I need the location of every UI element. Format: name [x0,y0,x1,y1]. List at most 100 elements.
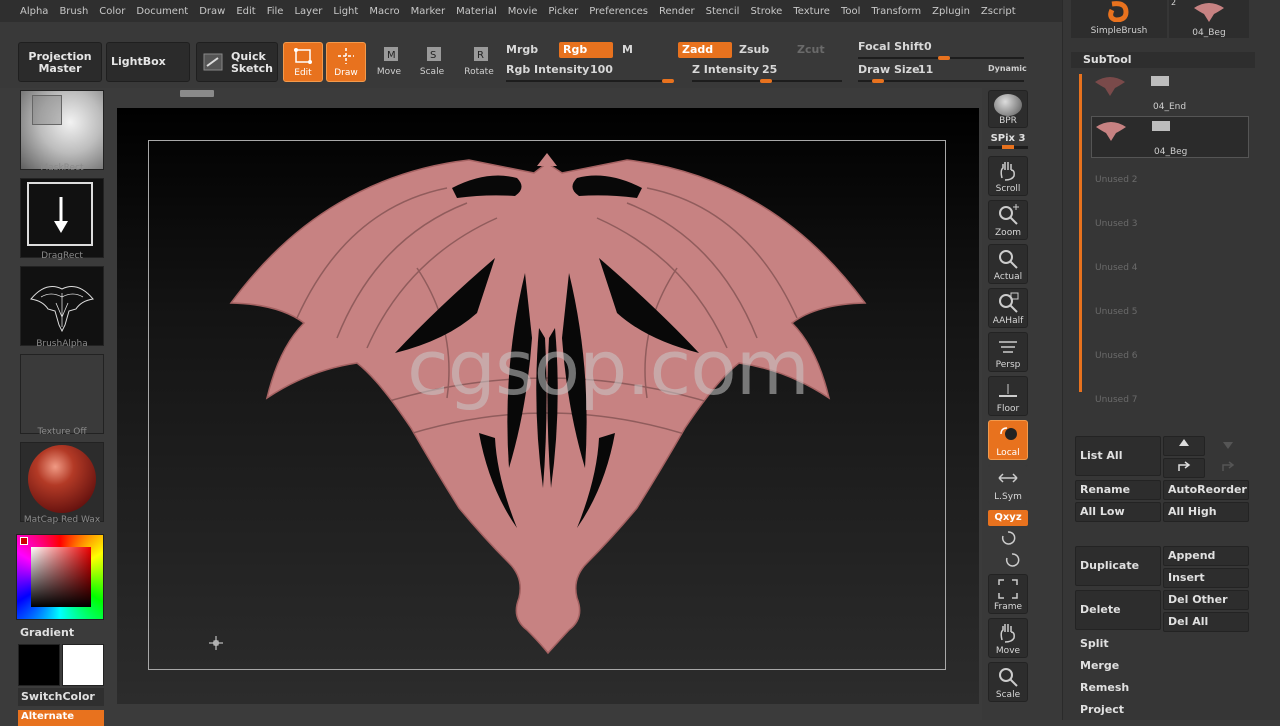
canvas-scrollbar[interactable] [180,90,214,97]
menu-brush[interactable]: Brush [59,6,88,17]
insert-button[interactable]: Insert [1163,568,1249,588]
lightbox-button[interactable]: LightBox [106,42,190,82]
bpr-button[interactable]: BPR [988,90,1028,128]
floor-button[interactable]: Floor [988,376,1028,416]
subtool-header[interactable]: SubTool [1071,52,1255,68]
unused-slot[interactable]: Unused 4 [1095,263,1138,273]
zoom-button[interactable]: Zoom [988,200,1028,240]
current-tool-thumb[interactable]: 2 04_Beg [1169,0,1249,38]
subtool-item-toggles[interactable] [1152,121,1248,131]
actual-button[interactable]: Actual [988,244,1028,284]
move-down-button[interactable] [1207,436,1249,456]
m-button[interactable]: M [618,42,637,58]
unused-slot[interactable]: Unused 6 [1095,351,1138,361]
subtool-scrollbar[interactable] [1079,74,1082,392]
viewport-scale-button[interactable]: Scale [988,662,1028,702]
zcut-button[interactable]: Zcut [793,42,829,58]
menu-zplugin[interactable]: Zplugin [932,6,970,17]
delete-button[interactable]: Delete [1075,590,1161,630]
unused-slot[interactable]: Unused 5 [1095,307,1138,317]
zsub-button[interactable]: Zsub [735,42,773,58]
menu-transform[interactable]: Transform [871,6,921,17]
z-intensity-slider[interactable]: Z Intensity 25 [688,62,848,84]
move-button[interactable]: M Move [369,45,409,77]
drag-rect-thumb[interactable] [20,178,104,258]
menu-picker[interactable]: Picker [548,6,578,17]
simple-brush-thumb[interactable]: SimpleBrush [1071,0,1167,38]
switch-color-button[interactable]: SwitchColor [18,688,104,706]
menu-layer[interactable]: Layer [294,6,322,17]
xyz-button[interactable]: Qxyz [988,510,1028,526]
all-high-button[interactable]: All High [1163,502,1249,522]
rotate-z-icon[interactable] [1004,552,1020,568]
menu-macro[interactable]: Macro [369,6,399,17]
rgb-intensity-slider[interactable]: Rgb Intensity 100 [502,62,676,84]
menu-document[interactable]: Document [136,6,188,17]
menu-zscript[interactable]: Zscript [981,6,1016,17]
subtool-item-beg[interactable]: 04_Beg [1091,116,1249,158]
scale-button[interactable]: S Scale [412,45,452,77]
secondary-color-swatch[interactable] [62,644,104,686]
split-button[interactable]: Split [1075,634,1265,654]
menu-edit[interactable]: Edit [236,6,255,17]
remesh-button[interactable]: Remesh [1075,678,1265,698]
menu-material[interactable]: Material [456,6,497,17]
menu-marker[interactable]: Marker [411,6,446,17]
del-other-button[interactable]: Del Other [1163,590,1249,610]
alternate-button[interactable]: Alternate [18,710,104,726]
del-all-button[interactable]: Del All [1163,612,1249,632]
menu-file[interactable]: File [267,6,284,17]
dynamic-button[interactable]: Dynamic [988,64,1027,73]
quick-sketch-button[interactable]: Quick Sketch [196,42,278,82]
primary-color-swatch[interactable] [18,644,60,686]
scroll-button[interactable]: Scroll [988,156,1028,196]
brush-alpha-thumb[interactable] [20,266,104,346]
rename-button[interactable]: Rename [1075,480,1161,500]
menu-movie[interactable]: Movie [508,6,538,17]
viewport-move-button[interactable]: Move [988,618,1028,658]
menu-light[interactable]: Light [333,6,358,17]
menu-stroke[interactable]: Stroke [750,6,782,17]
unused-slot[interactable]: Unused 3 [1095,219,1138,229]
list-all-button[interactable]: List All [1075,436,1161,476]
document-canvas[interactable]: cgsop.com [117,108,979,704]
mrgb-button[interactable]: Mrgb [502,42,542,58]
subtool-item-toggles[interactable] [1151,76,1247,86]
texture-off-thumb[interactable] [20,354,104,434]
unused-slot[interactable]: Unused 7 [1095,395,1138,405]
gradient-label[interactable]: Gradient [20,626,74,639]
edit-button[interactable]: Edit [283,42,323,82]
local-button[interactable]: Local [988,420,1028,460]
menu-stencil[interactable]: Stencil [706,6,740,17]
focal-shift-slider[interactable]: Focal Shift 0 [854,39,1026,61]
menu-alpha[interactable]: Alpha [20,6,48,17]
mask-rect-thumb[interactable] [20,90,104,170]
rotate-y-icon[interactable] [1000,530,1016,546]
subtool-item-end[interactable]: 04_End [1091,72,1249,114]
draw-button[interactable]: Draw [326,42,366,82]
duplicate-button[interactable]: Duplicate [1075,546,1161,586]
rgb-button[interactable]: Rgb [559,42,613,58]
projection-master-button[interactable]: Projection Master [18,42,102,82]
lsym-button[interactable]: L.Sym [988,464,1028,504]
move-in-button[interactable] [1207,458,1249,478]
zadd-button[interactable]: Zadd [678,42,732,58]
color-picker[interactable] [16,534,104,620]
persp-button[interactable]: Persp [988,332,1028,372]
rotate-button[interactable]: R Rotate [459,45,499,77]
menu-draw[interactable]: Draw [199,6,225,17]
move-up-button[interactable] [1163,436,1205,456]
move-out-button[interactable] [1163,458,1205,478]
menu-color[interactable]: Color [99,6,125,17]
spix-slider[interactable]: SPix 3 [988,133,1028,149]
append-button[interactable]: Append [1163,546,1249,566]
auto-reorder-button[interactable]: AutoReorder [1163,480,1249,500]
menu-texture[interactable]: Texture [793,6,830,17]
all-low-button[interactable]: All Low [1075,502,1161,522]
menu-tool[interactable]: Tool [841,6,860,17]
menu-preferences[interactable]: Preferences [589,6,648,17]
matcap-thumb[interactable] [20,442,104,522]
unused-slot[interactable]: Unused 2 [1095,175,1138,185]
project-button[interactable]: Project [1075,700,1265,720]
merge-button[interactable]: Merge [1075,656,1265,676]
